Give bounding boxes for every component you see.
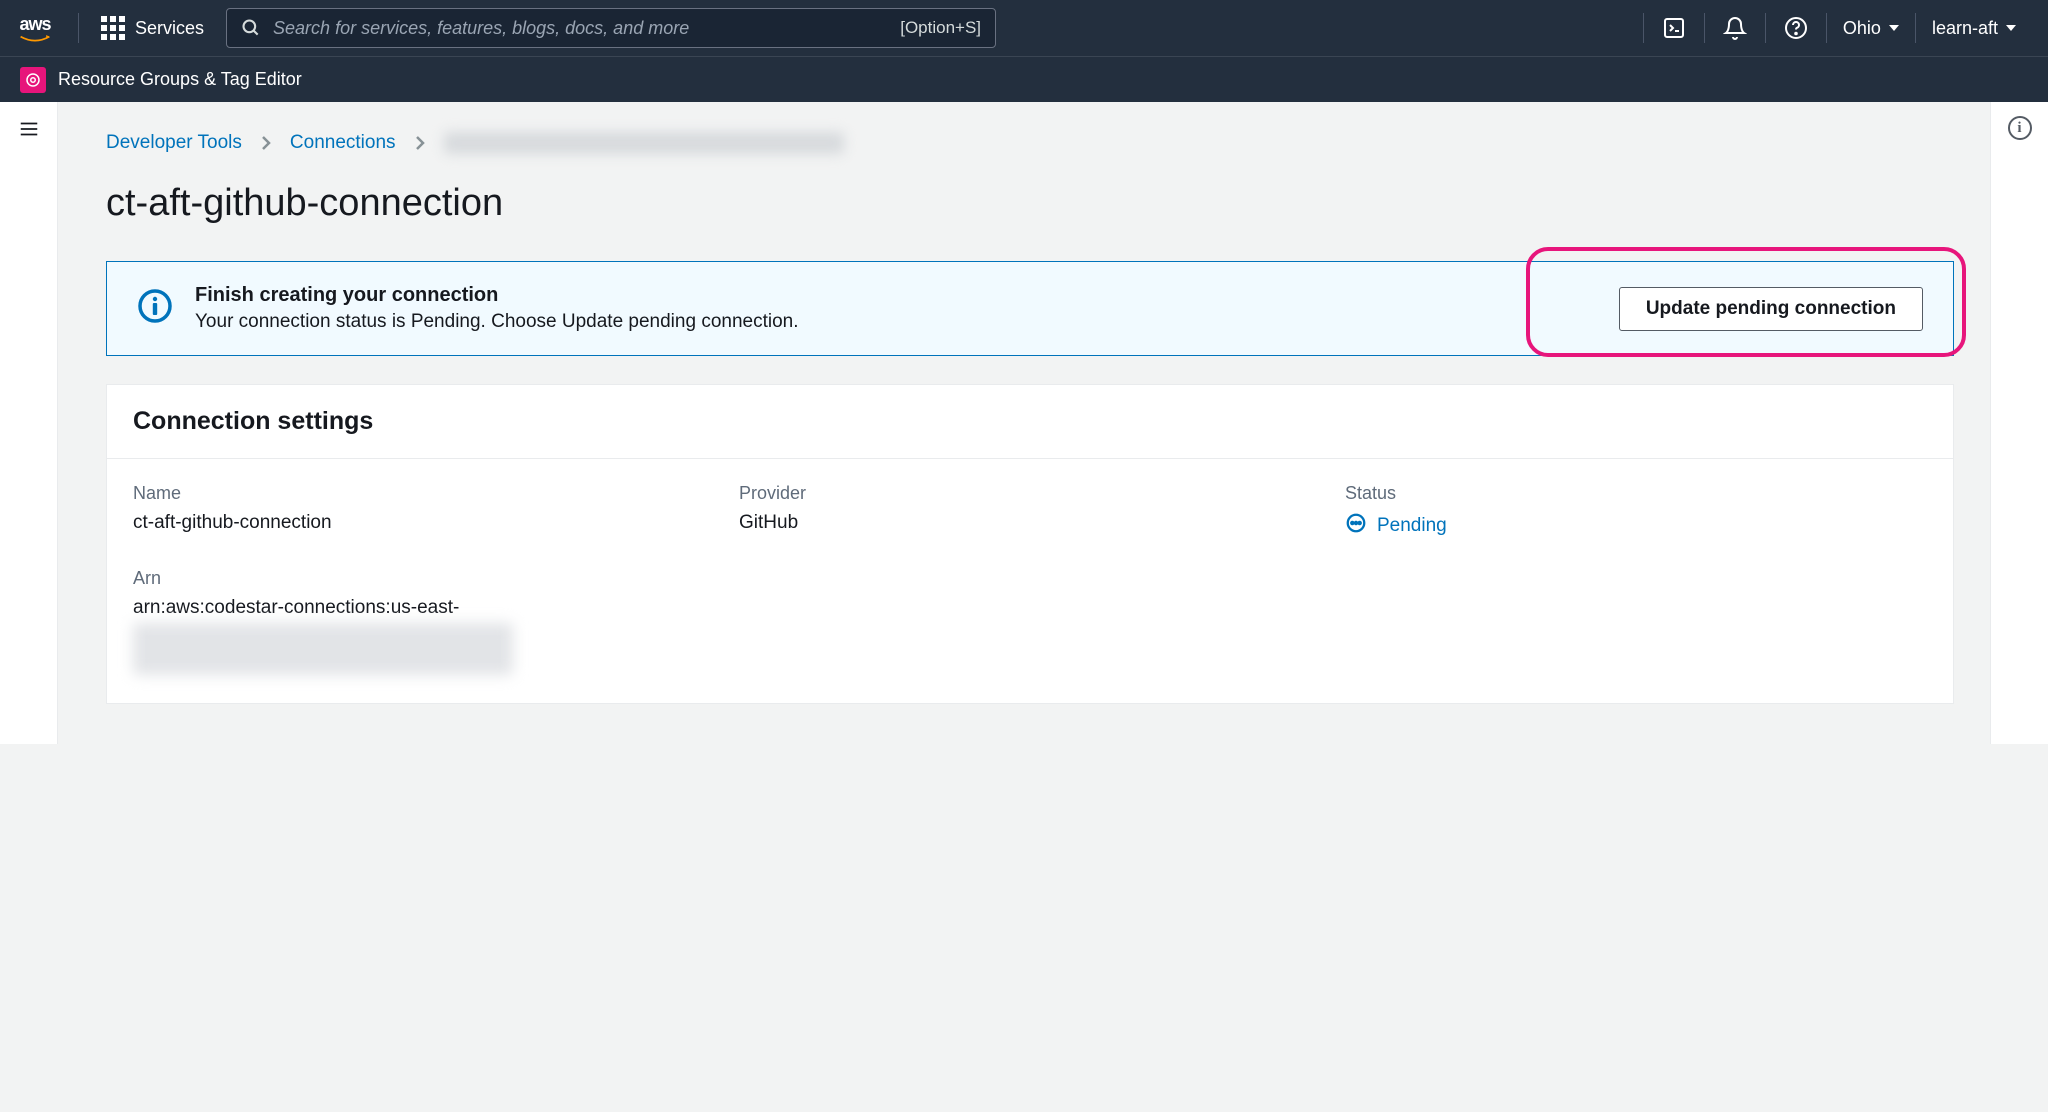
resource-groups-icon — [20, 67, 46, 93]
help-icon — [1784, 16, 1808, 40]
status-value-wrap: Pending — [1345, 512, 1927, 540]
breadcrumb-redacted — [444, 132, 844, 154]
apps-grid-icon — [101, 16, 125, 40]
chevron-right-icon — [414, 135, 426, 151]
name-label: Name — [133, 483, 715, 504]
breadcrumb-connections[interactable]: Connections — [290, 132, 396, 154]
aws-logo[interactable]: aws — [16, 14, 66, 43]
caret-down-icon — [2006, 25, 2016, 31]
region-selector[interactable]: Ohio — [1827, 0, 1915, 56]
settings-grid: Name ct-aft-github-connection Provider G… — [133, 483, 1927, 540]
top-right-controls: Ohio learn-aft — [1643, 0, 2032, 56]
status-value: Pending — [1377, 515, 1447, 537]
field-name: Name ct-aft-github-connection — [133, 483, 715, 540]
top-nav: aws Services [Option+S] Ohio — [0, 0, 2048, 56]
provider-value: GitHub — [739, 512, 1321, 534]
connection-settings-card: Connection settings Name ct-aft-github-c… — [106, 384, 1954, 704]
second-nav: Resource Groups & Tag Editor — [0, 56, 2048, 102]
status-label: Status — [1345, 483, 1927, 504]
info-icon — [137, 288, 173, 329]
services-button[interactable]: Services — [91, 16, 214, 40]
field-status: Status Pending — [1345, 483, 1927, 540]
arn-redacted — [133, 623, 513, 675]
right-rail: i — [1990, 102, 2048, 744]
alert-body: Finish creating your connection Your con… — [195, 284, 1597, 333]
arn-label: Arn — [133, 568, 1927, 589]
card-title: Connection settings — [133, 407, 1927, 436]
notifications-button[interactable] — [1705, 0, 1765, 56]
search-icon — [241, 18, 261, 38]
breadcrumb-developer-tools[interactable]: Developer Tools — [106, 132, 242, 154]
account-label: learn-aft — [1932, 18, 1998, 39]
cloudshell-icon — [1662, 16, 1686, 40]
alert-text: Your connection status is Pending. Choos… — [195, 311, 1597, 333]
search-input[interactable] — [273, 18, 890, 39]
alert-wrap: Finish creating your connection Your con… — [106, 261, 1954, 356]
aws-logo-text: aws — [19, 14, 50, 35]
card-body: Name ct-aft-github-connection Provider G… — [107, 459, 1953, 703]
hamburger-icon — [18, 118, 40, 140]
aws-logo-swoosh-icon — [16, 35, 54, 43]
info-panel-toggle[interactable]: i — [2008, 116, 2032, 140]
caret-down-icon — [1889, 25, 1899, 31]
cloudshell-button[interactable] — [1644, 0, 1704, 56]
alert-title: Finish creating your connection — [195, 284, 1597, 307]
divider — [78, 13, 79, 43]
region-label: Ohio — [1843, 18, 1881, 39]
content: Developer Tools Connections ct-aft-githu… — [58, 102, 1990, 744]
field-arn: Arn arn:aws:codestar-connections:us-east… — [133, 568, 1927, 675]
bell-icon — [1723, 16, 1747, 40]
provider-label: Provider — [739, 483, 1321, 504]
left-rail — [0, 102, 58, 744]
info-alert: Finish creating your connection Your con… — [106, 261, 1954, 356]
services-label: Services — [135, 18, 204, 39]
help-button[interactable] — [1766, 0, 1826, 56]
page-title: ct-aft-github-connection — [106, 182, 1954, 225]
search-container[interactable]: [Option+S] — [226, 8, 996, 48]
card-header: Connection settings — [107, 385, 1953, 459]
arn-value: arn:aws:codestar-connections:us-east- — [133, 597, 1927, 619]
field-provider: Provider GitHub — [739, 483, 1321, 540]
account-selector[interactable]: learn-aft — [1916, 0, 2032, 56]
pending-icon — [1345, 512, 1367, 540]
search-shortcut: [Option+S] — [900, 18, 981, 38]
main-wrap: Developer Tools Connections ct-aft-githu… — [0, 102, 2048, 744]
name-value: ct-aft-github-connection — [133, 512, 715, 534]
chevron-right-icon — [260, 135, 272, 151]
update-pending-connection-button[interactable]: Update pending connection — [1619, 287, 1923, 331]
sidebar-toggle[interactable] — [18, 118, 40, 744]
resource-groups-link[interactable]: Resource Groups & Tag Editor — [58, 69, 302, 90]
breadcrumb: Developer Tools Connections — [106, 132, 1954, 154]
